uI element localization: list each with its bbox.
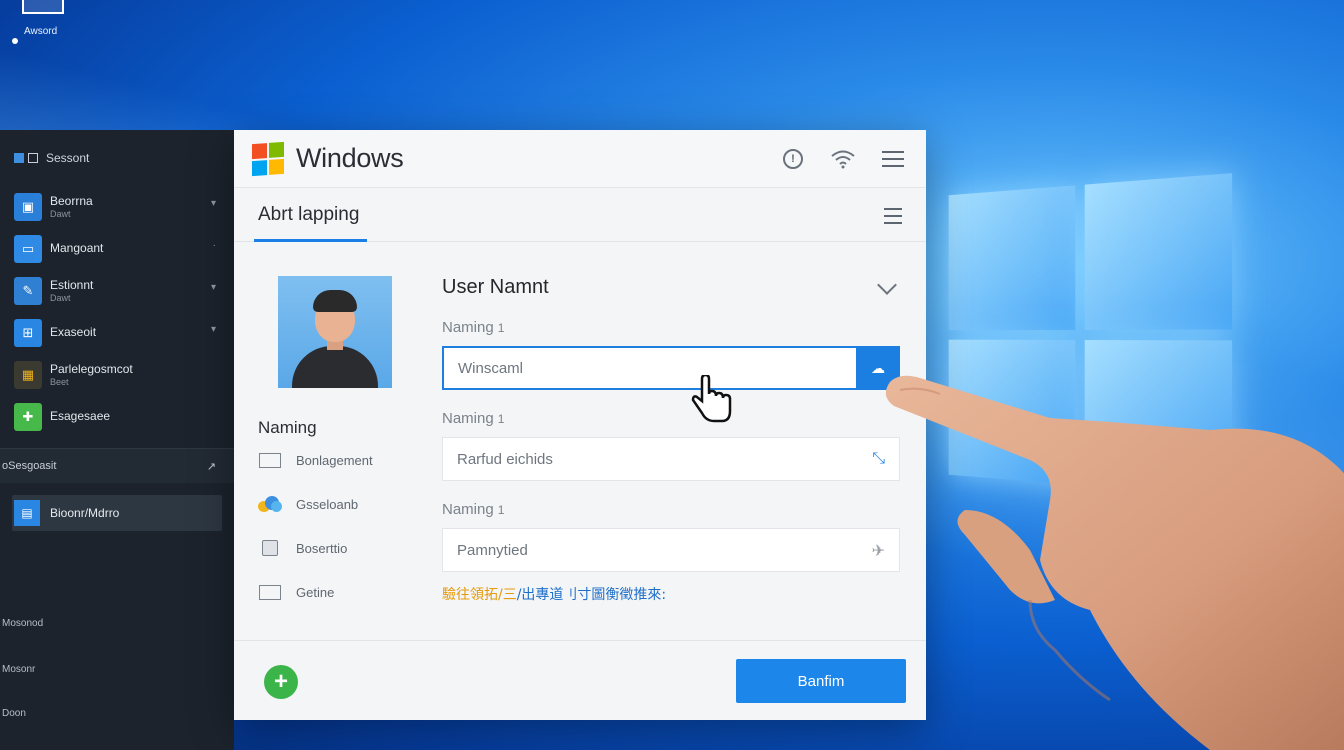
wifi-icon[interactable]	[830, 146, 856, 172]
pointing-hand	[885, 375, 1344, 750]
menu-icon[interactable]	[880, 146, 906, 172]
puzzle-icon: ✚	[14, 403, 42, 431]
desktop-icon[interactable]: Awsord	[10, 0, 80, 44]
sidebar-item-mangoant[interactable]: ▭ Mangoant ·	[0, 228, 234, 270]
helper-note: 驗往領拓/三/出專道刂寸圖衡徵推來:	[442, 587, 667, 603]
printer-icon	[258, 539, 282, 557]
sidebar-item-estionnt[interactable]: ✎ Estionnt Dawt ▾	[0, 270, 234, 312]
menu-icon[interactable]	[884, 208, 902, 224]
chevron-down-icon[interactable]: ▾	[211, 324, 216, 335]
second-input[interactable]: Rarfud eichids ⤡	[442, 437, 900, 481]
app-title: Windows	[296, 143, 404, 173]
tab-bar: Abrt lapping	[234, 188, 926, 242]
field-label: Naming 1	[442, 501, 505, 518]
side-link-bonlagement[interactable]: Bonlagement	[258, 438, 428, 482]
sidebar-section-row[interactable]: oSesgoasit ↗	[0, 449, 234, 483]
windows-icon: ⊞	[14, 319, 42, 347]
home-icon	[14, 153, 24, 163]
sidebar-item-exaseoit[interactable]: ⊞ Exaseoit ▾	[0, 312, 234, 354]
window-footer: + Banfim	[234, 640, 926, 720]
chevron-down-icon[interactable]: ▾	[211, 198, 216, 209]
side-link-getine[interactable]: Getine	[258, 570, 428, 614]
chevron-down-icon[interactable]: ▾	[211, 282, 216, 293]
windows-logo-icon	[252, 141, 284, 176]
add-button[interactable]: +	[264, 665, 298, 699]
user-form: User Namnt Naming 1 Winscaml ☁ Naming 1 Ra…	[442, 274, 900, 604]
info-icon[interactable]: !	[780, 146, 806, 172]
chevron-icon[interactable]: ·	[213, 240, 216, 251]
main-window: Windows ! Abrt lapping Naming Bonlagemen…	[234, 130, 926, 720]
cloud-icon	[258, 495, 282, 513]
side-link-boserttio[interactable]: Boserttio	[258, 526, 428, 570]
profile-panel: Naming Bonlagement Gsseloanb Boserttio G…	[258, 276, 428, 614]
sidebar-bottom-link[interactable]: Mosonr	[0, 664, 35, 675]
document-icon	[258, 583, 282, 601]
form-title: User Namnt	[442, 276, 549, 298]
field-label: Naming 1	[442, 319, 505, 336]
sidebar-bottom-link[interactable]: Mosonod	[0, 618, 43, 629]
field-label: Naming 1	[442, 410, 505, 427]
chevron-down-icon[interactable]	[877, 274, 897, 295]
title-bar: Windows !	[234, 130, 926, 188]
folder-icon	[22, 0, 64, 14]
name-input[interactable]: Winscaml ☁	[442, 346, 900, 390]
monitor-icon: ▭	[14, 235, 42, 263]
tab-abrt-lapping[interactable]: Abrt lapping	[253, 188, 368, 242]
sidebar: Sessont ▣ Beorrna Dawt ▾ ▭ Mangoant · ✎ E…	[0, 130, 234, 750]
avatar[interactable]	[278, 276, 392, 388]
sidebar-header[interactable]: Sessont	[0, 130, 234, 186]
sidebar-item-esagesaee[interactable]: ✚ Esagesaee	[0, 396, 234, 438]
edit-icon: ✎	[14, 277, 42, 305]
sidebar-item-parlelegosmcot[interactable]: ▦ Parlelegosmcot Beet	[0, 354, 234, 396]
desktop-icon-label: Awsord	[24, 26, 58, 37]
user-icon: ▣	[14, 193, 42, 221]
window-icon: ▤	[14, 500, 40, 526]
window-icon	[258, 451, 282, 469]
sidebar-item-active[interactable]: ▤ Bioonr/Mdrro	[12, 495, 222, 531]
hand-cursor-icon	[691, 375, 732, 423]
sidebar-item-beorrna[interactable]: ▣ Beorrna Dawt ▾	[0, 186, 234, 228]
grid-icon: ▦	[14, 361, 42, 389]
third-input[interactable]: Pamnytied ✈	[442, 528, 900, 572]
chevron-right-icon: ↗	[206, 460, 216, 473]
side-link-gsseloanb[interactable]: Gsseloanb	[258, 482, 428, 526]
sidebar-bottom-link[interactable]: Doon	[0, 708, 26, 719]
grid-icon	[28, 153, 38, 163]
section-title: Naming	[258, 418, 317, 437]
